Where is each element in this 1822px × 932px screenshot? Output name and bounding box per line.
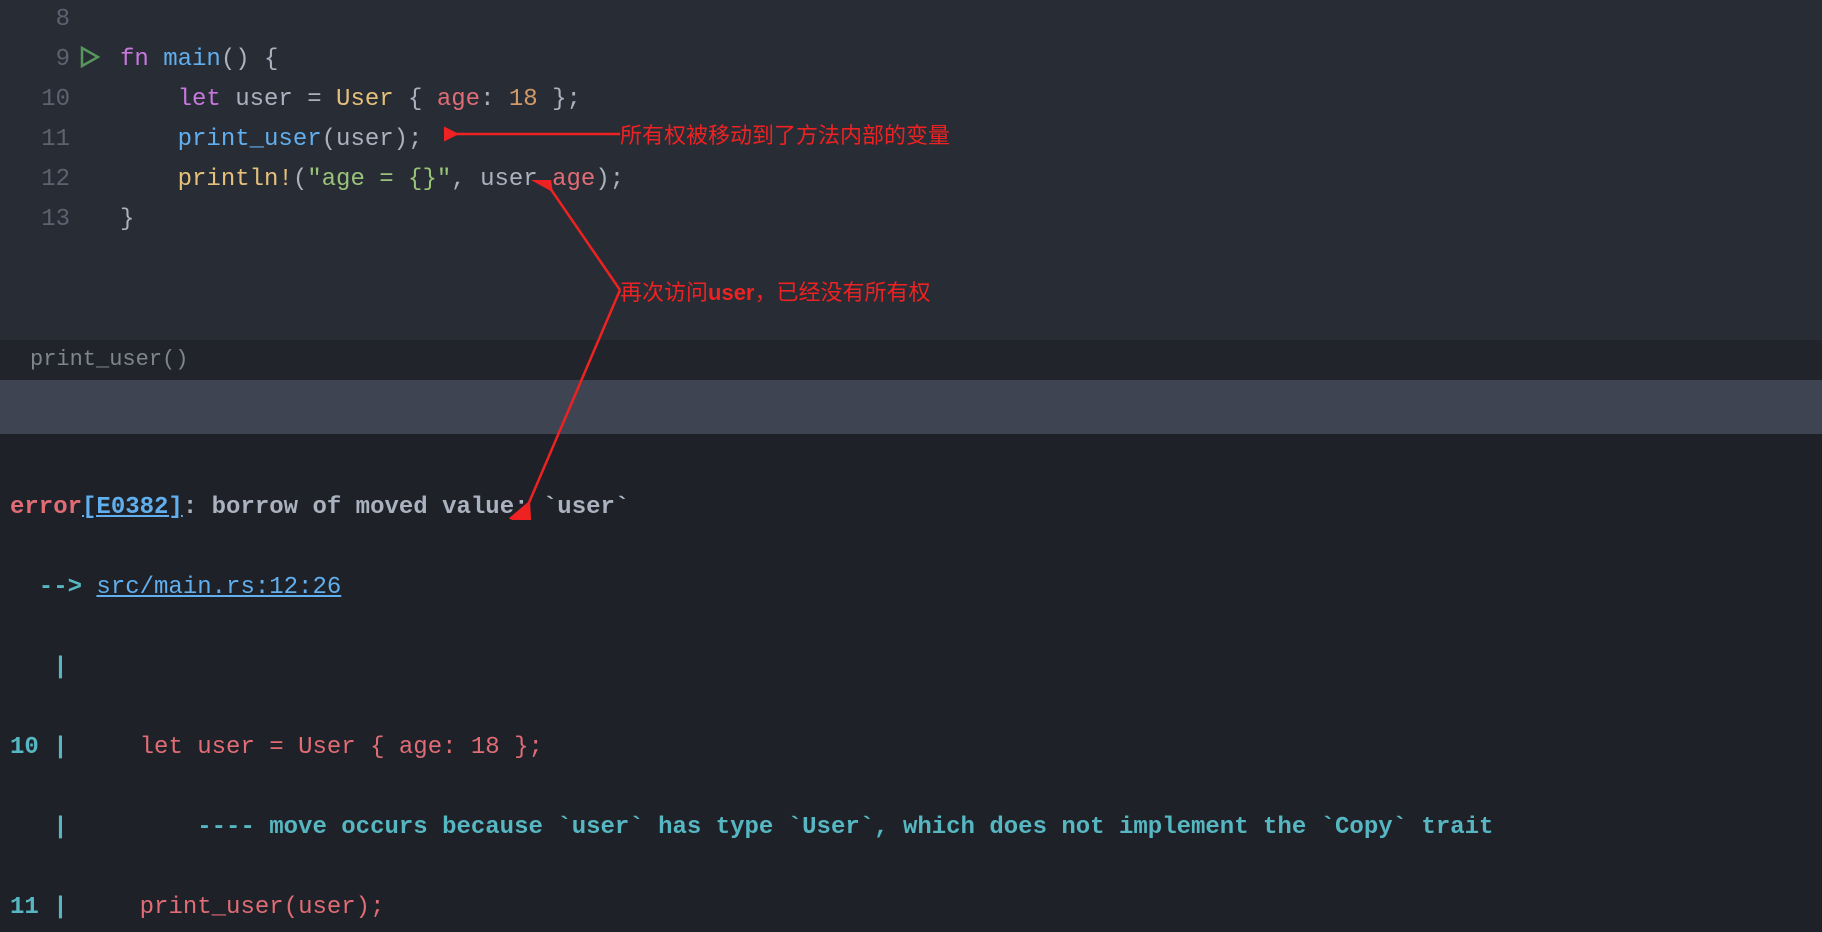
terminal-line: 10 | let user = User { age: 18 }; bbox=[10, 728, 1812, 768]
line-number: 8 bbox=[0, 0, 110, 40]
code-line[interactable]: println!("age = {}", user.age); bbox=[120, 160, 624, 200]
code-line[interactable] bbox=[120, 0, 624, 40]
panel-divider bbox=[0, 380, 1822, 434]
breadcrumb[interactable]: print_user() bbox=[0, 340, 1822, 380]
code-editor[interactable]: 8 9 10 11 12 13 fn main() { let user = U… bbox=[0, 0, 1822, 340]
code-line[interactable]: fn main() { bbox=[120, 40, 624, 80]
terminal-output[interactable]: error[E0382]: borrow of moved value: `us… bbox=[0, 434, 1822, 932]
annotation-no-ownership: 再次访问user，已经没有所有权 bbox=[620, 275, 931, 307]
code-area[interactable]: fn main() { let user = User { age: 18 };… bbox=[120, 0, 624, 240]
error-location: --> src/main.rs:12:26 bbox=[10, 568, 1812, 608]
code-line[interactable]: print_user(user); bbox=[120, 120, 624, 160]
run-icon[interactable] bbox=[80, 46, 100, 73]
code-line[interactable]: let user = User { age: 18 }; bbox=[120, 80, 624, 120]
line-number: 11 bbox=[0, 120, 110, 160]
annotation-ownership-moved: 所有权被移动到了方法内部的变量 bbox=[620, 118, 950, 150]
terminal-line: | bbox=[10, 648, 1812, 688]
line-number: 12 bbox=[0, 160, 110, 200]
line-number: 13 bbox=[0, 200, 110, 240]
line-number: 10 bbox=[0, 80, 110, 120]
error-line: error[E0382]: borrow of moved value: `us… bbox=[10, 488, 1812, 528]
terminal-line: | ---- move occurs because `user` has ty… bbox=[10, 808, 1812, 848]
terminal-line: 11 | print_user(user); bbox=[10, 888, 1812, 928]
code-line[interactable]: } bbox=[120, 200, 624, 240]
